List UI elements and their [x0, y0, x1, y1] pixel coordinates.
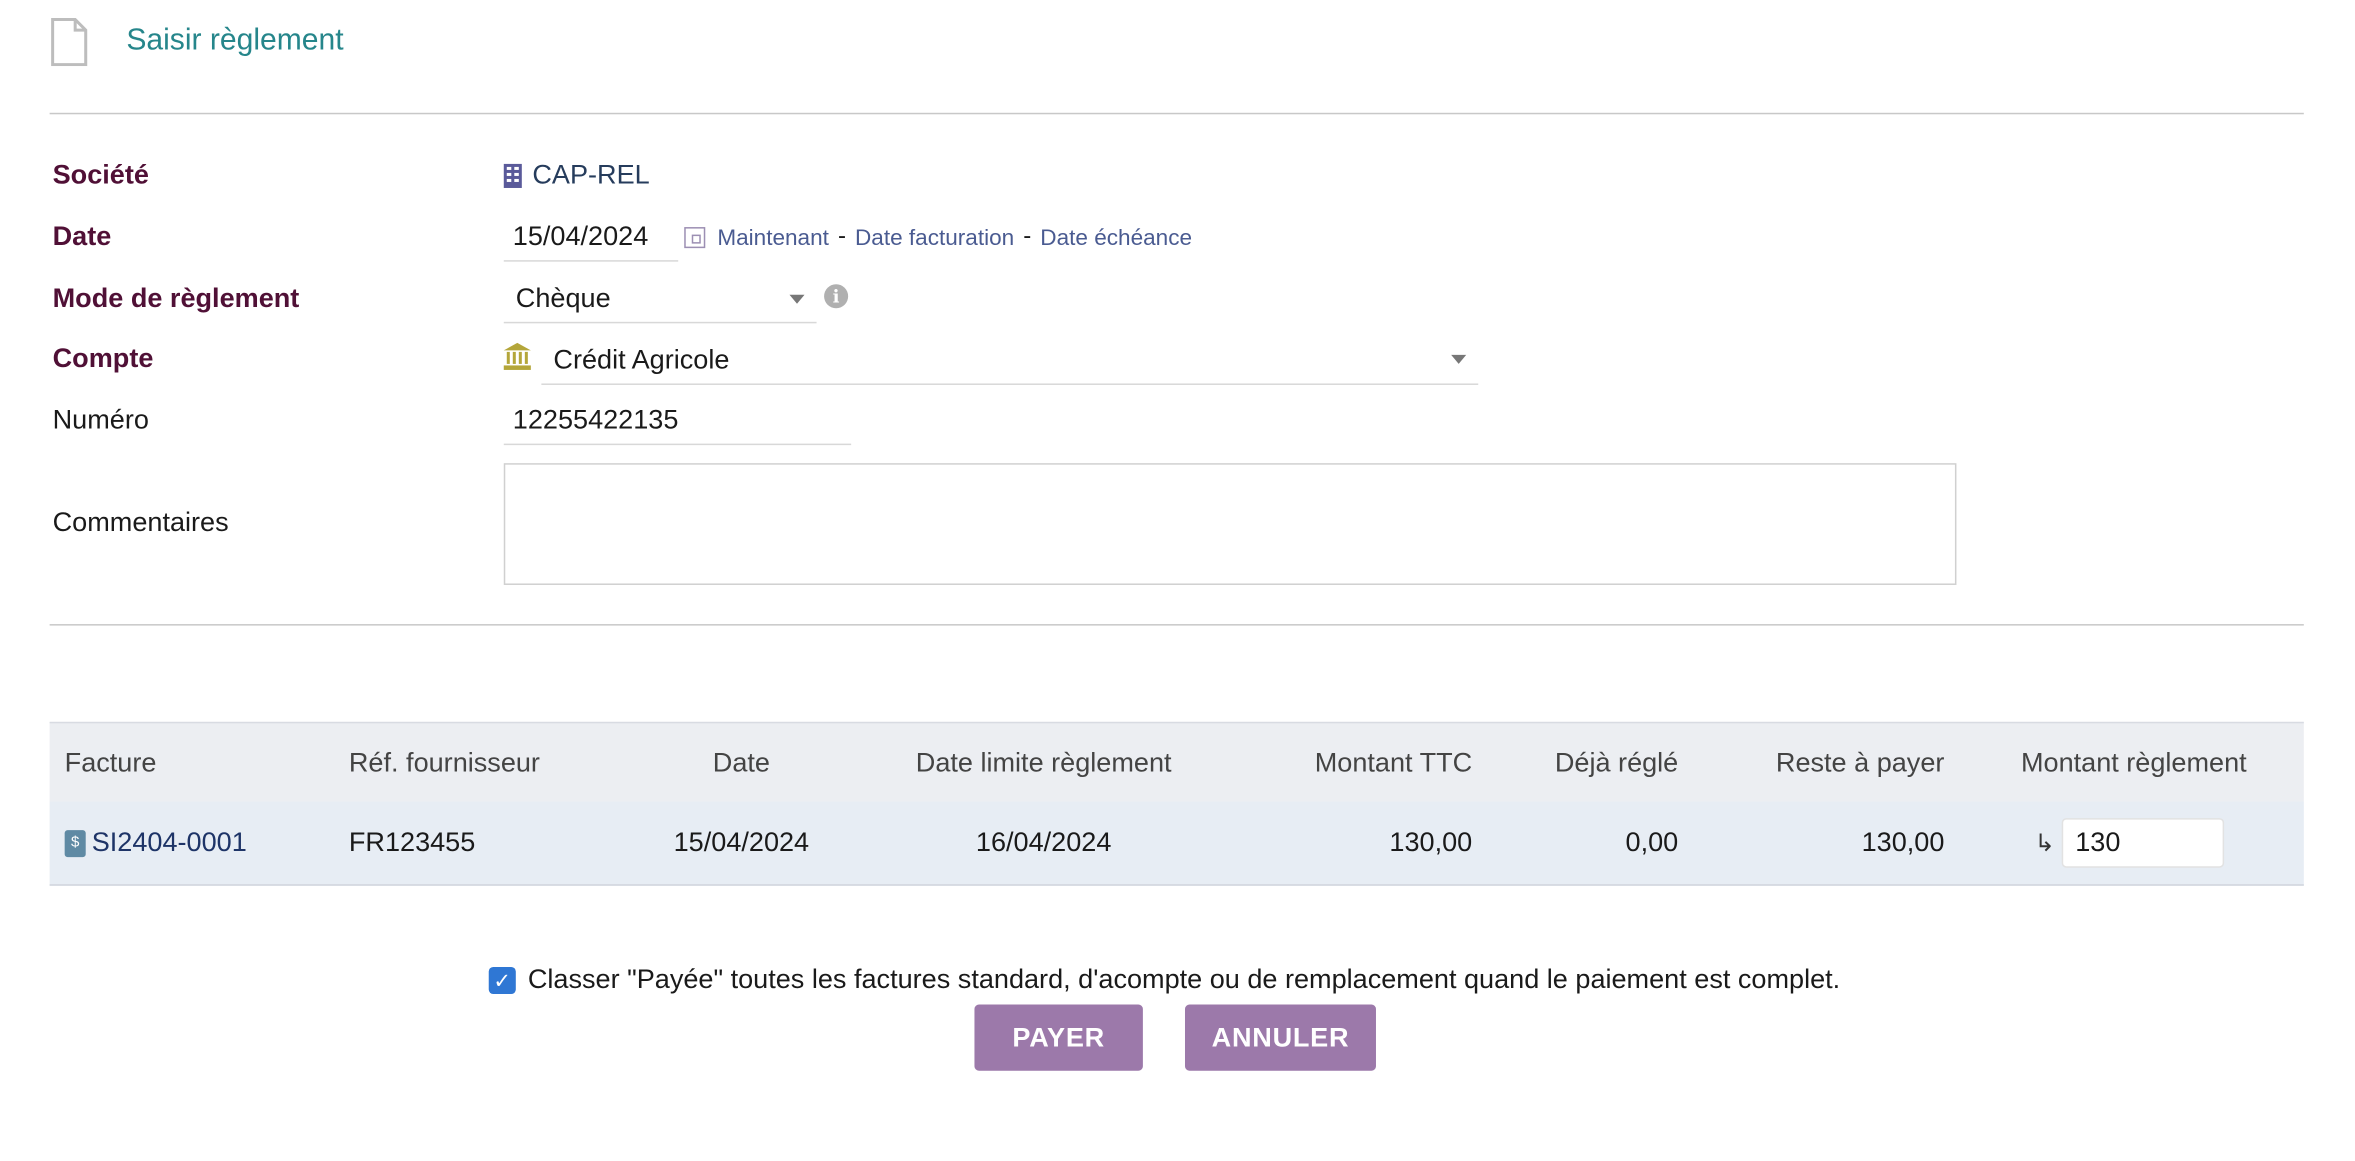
date-invoice-link[interactable]: Date facturation — [855, 225, 1014, 251]
societe-value: CAP-REL — [532, 159, 650, 190]
comments-label: Commentaires — [52, 506, 229, 537]
account-value: Crédit Agricole — [553, 343, 730, 374]
payment-mode-select[interactable]: Chèque — [503, 275, 817, 324]
info-icon[interactable]: i — [824, 284, 849, 309]
numero-label: Numéro — [52, 404, 149, 435]
date-separator: - — [837, 224, 846, 250]
pay-button[interactable]: PAYER — [974, 1004, 1143, 1071]
chevron-down-icon — [1451, 354, 1467, 364]
col-montant-ttc: Montant TTC — [1314, 746, 1473, 777]
numero-input[interactable] — [503, 395, 852, 446]
mark-paid-label: Classer "Payée" toutes les factures stan… — [527, 963, 1841, 995]
table-row: $ SI2404-0001 FR123455 15/04/2024 16/04/… — [49, 801, 2304, 886]
mark-paid-checkbox[interactable]: ✓ — [488, 966, 516, 995]
date-shortcuts: Maintenant - Date facturation - Date éch… — [717, 224, 1192, 251]
date-label: Date — [52, 221, 112, 252]
table-header: Facture Réf. fournisseur Date Date limit… — [49, 721, 2304, 802]
page-title: Saisir règlement — [126, 24, 344, 58]
document-icon — [51, 18, 88, 67]
cell-deja-regle: 0,00 — [1625, 827, 1679, 858]
col-montant-reglement: Montant règlement — [2020, 746, 2247, 777]
col-ref-fournisseur: Réf. fournisseur — [348, 746, 540, 777]
invoice-icon: $ — [64, 829, 86, 857]
date-input[interactable] — [503, 213, 679, 262]
col-facture: Facture — [64, 746, 157, 777]
societe-label: Société — [52, 159, 149, 190]
col-reste: Reste à payer — [1775, 746, 1945, 777]
amount-input[interactable]: 130 — [2061, 818, 2225, 868]
invoice-link[interactable]: $ SI2404-0001 — [64, 827, 247, 859]
bank-icon — [503, 342, 531, 370]
calendar-icon[interactable] — [684, 227, 706, 249]
societe-link[interactable]: CAP-REL — [502, 159, 650, 191]
comments-textarea[interactable] — [503, 463, 1957, 585]
date-due-link[interactable]: Date échéance — [1040, 225, 1192, 251]
payment-mode-value: Chèque — [515, 282, 611, 313]
cell-reste: 130,00 — [1861, 827, 1945, 858]
building-icon — [503, 163, 522, 188]
account-select[interactable]: Crédit Agricole — [541, 335, 1479, 385]
arrow-return-icon[interactable]: ↳ — [2035, 828, 2055, 858]
form-divider — [49, 624, 2304, 626]
invoices-table: Facture Réf. fournisseur Date Date limit… — [49, 721, 2304, 886]
cell-montant-ttc: 130,00 — [1389, 827, 1473, 858]
cancel-button[interactable]: ANNULER — [1184, 1004, 1376, 1071]
header-divider — [49, 112, 2304, 115]
date-separator: - — [1023, 224, 1032, 250]
compte-label: Compte — [52, 342, 154, 373]
invoice-ref: SI2404-0001 — [91, 827, 247, 858]
chevron-down-icon — [789, 293, 805, 304]
cell-ref-fournisseur: FR123455 — [348, 827, 476, 858]
col-deja-regle: Déjà réglé — [1554, 746, 1679, 777]
date-now-link[interactable]: Maintenant — [717, 225, 829, 251]
mode-label: Mode de règlement — [52, 282, 300, 313]
